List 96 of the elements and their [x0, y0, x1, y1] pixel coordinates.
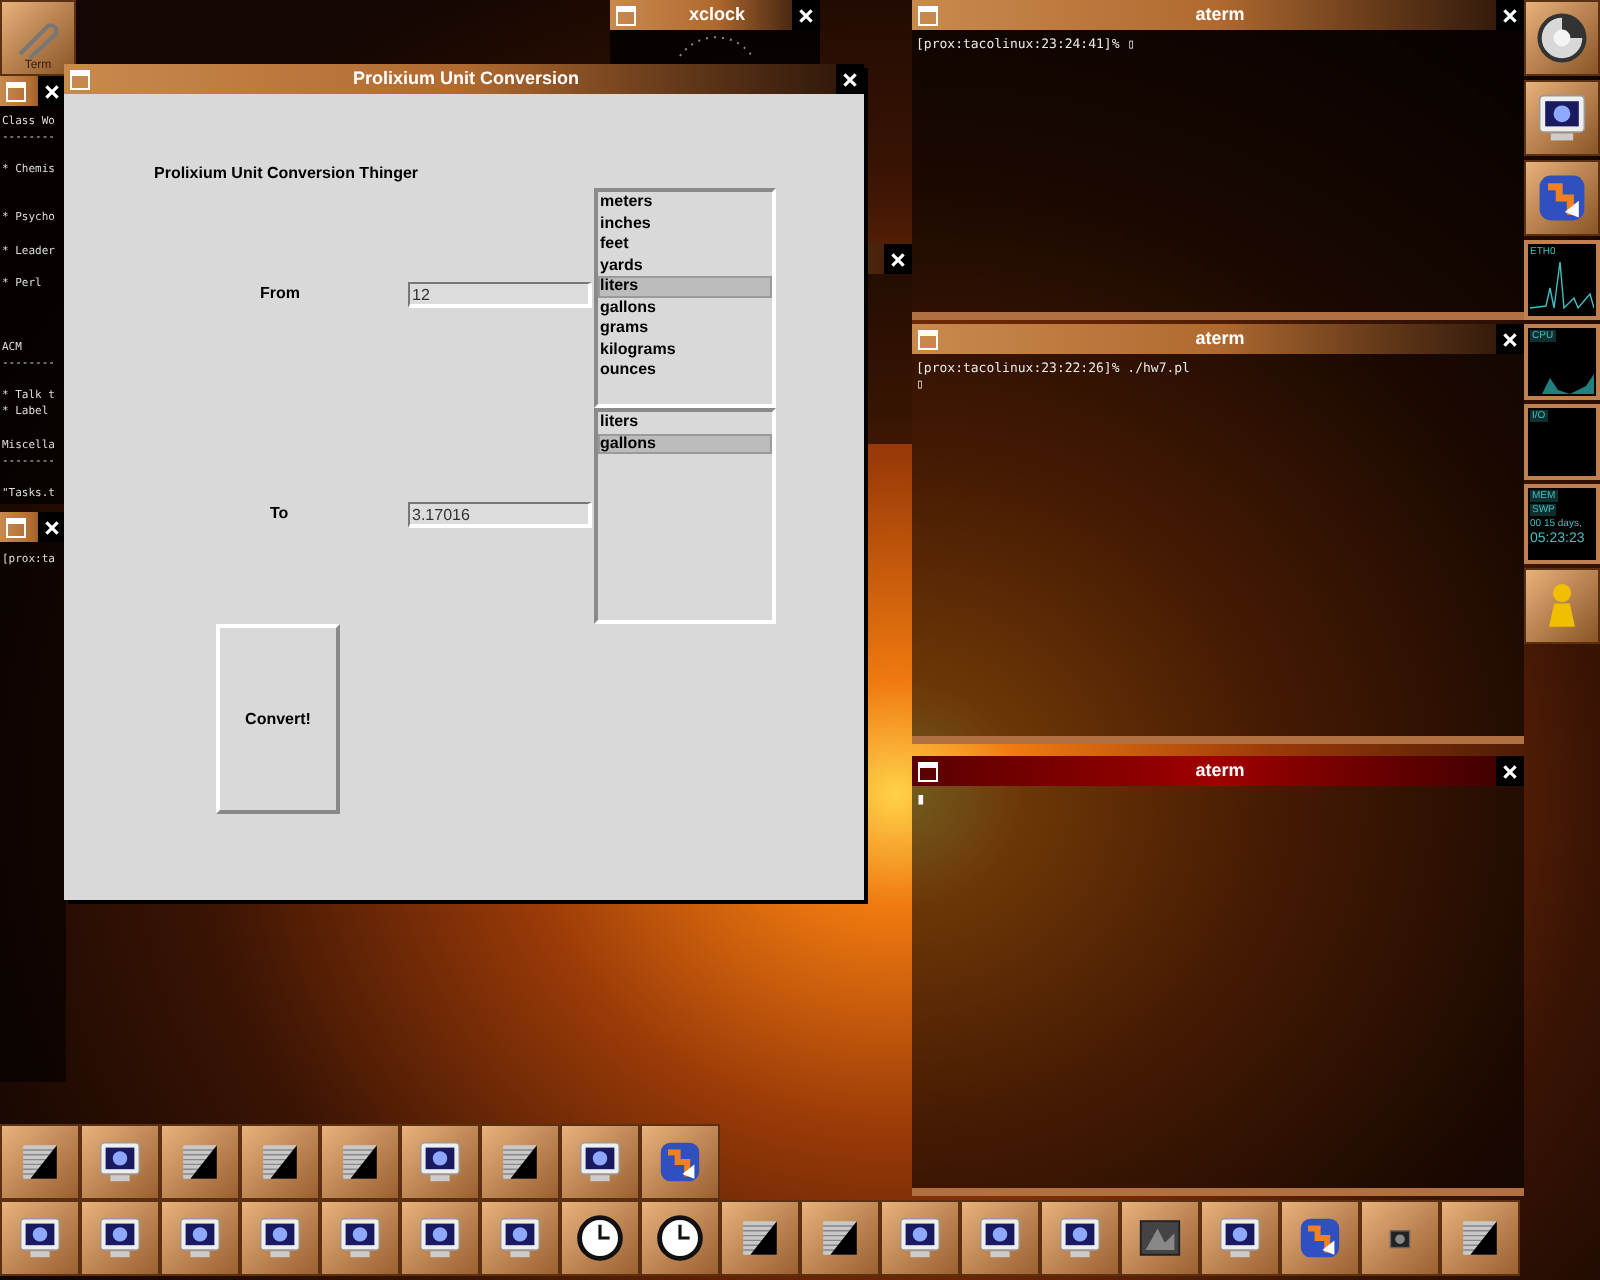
title-bar[interactable]: xclock: [610, 0, 820, 30]
monitor-icon: [416, 1138, 464, 1186]
taskbar-button[interactable]: [320, 1200, 400, 1276]
title-bar[interactable]: aterm: [912, 324, 1524, 354]
unit-list[interactable]: meters inches feet yards liters gallons grams kilograms ounces: [594, 188, 776, 408]
unit-list[interactable]: liters gallons: [594, 408, 776, 624]
title-bar[interactable]: aterm: [912, 756, 1524, 786]
taskbar-button[interactable]: [80, 1124, 160, 1200]
taskbar-button[interactable]: [320, 1124, 400, 1200]
app-icon: [1534, 170, 1590, 226]
clock-face-drawing: [675, 30, 755, 58]
taskbar-button[interactable]: [1440, 1200, 1520, 1276]
taskbar-button[interactable]: [400, 1124, 480, 1200]
list-item[interactable]: feet: [598, 234, 772, 255]
title-bar[interactable]: [0, 76, 66, 106]
list-item[interactable]: gallons: [598, 297, 772, 318]
taskbar-button[interactable]: [160, 1124, 240, 1200]
title-bar[interactable]: aterm: [912, 0, 1524, 30]
taskbar-button[interactable]: [0, 1124, 80, 1200]
window-title: xclock: [688, 6, 746, 24]
list-item[interactable]: kilograms: [598, 339, 772, 360]
list-item[interactable]: grams: [598, 318, 772, 339]
dock-launcher[interactable]: [1524, 160, 1600, 236]
monitor-icon: [96, 1138, 144, 1186]
field-label: To: [270, 502, 291, 526]
taskbar-button[interactable]: [80, 1200, 160, 1276]
list-item[interactable]: ounces: [598, 360, 772, 381]
taskbar-button[interactable]: [640, 1200, 720, 1276]
list-item[interactable]: inches: [598, 213, 772, 234]
taskbar-button[interactable]: [720, 1200, 800, 1276]
close-icon[interactable]: [1502, 331, 1518, 347]
monitor-icon: [896, 1214, 944, 1262]
list-item[interactable]: gallons: [598, 433, 772, 454]
monitor-icon: [976, 1214, 1024, 1262]
clock-icon: [656, 1214, 704, 1262]
taskbar-button[interactable]: [1120, 1200, 1200, 1276]
monitor-icon: [1056, 1214, 1104, 1262]
convert-button[interactable]: Convert!: [216, 624, 340, 814]
taskbar-button[interactable]: [800, 1200, 880, 1276]
title-bar[interactable]: [0, 512, 66, 542]
clock-icon: [576, 1214, 624, 1262]
network-graph-drawing: [1530, 258, 1594, 310]
close-icon[interactable]: [44, 83, 60, 99]
taskbar-button[interactable]: [560, 1200, 640, 1276]
close-icon[interactable]: [44, 519, 60, 535]
window-title: aterm: [1195, 6, 1245, 24]
monitor-icon: [96, 1214, 144, 1262]
monitor-icon: [496, 1214, 544, 1262]
taskbar-button[interactable]: [480, 1200, 560, 1276]
taskbar-button[interactable]: [240, 1200, 320, 1276]
taskbar-button[interactable]: [0, 1200, 80, 1276]
window-title: Prolixium Unit Conversion: [352, 70, 579, 88]
disk-icon: [1534, 10, 1590, 66]
input-field[interactable]: 3.17016: [408, 501, 592, 527]
taskbar-button[interactable]: [1360, 1200, 1440, 1276]
taskbar-button[interactable]: [1200, 1200, 1280, 1276]
monitor-icon: [16, 1214, 64, 1262]
app-icon: [656, 1138, 704, 1186]
taskbar-button[interactable]: [400, 1200, 480, 1276]
taskbar-button[interactable]: [560, 1124, 640, 1200]
taskbar-button[interactable]: [480, 1124, 560, 1200]
monitor-icon: [416, 1214, 464, 1262]
close-icon[interactable]: [1502, 763, 1518, 779]
terminal-line: ▮: [916, 792, 928, 808]
list-item[interactable]: yards: [598, 255, 772, 276]
taskbar-button[interactable]: [880, 1200, 960, 1276]
taskbar-button[interactable]: [960, 1200, 1040, 1276]
monitor-icon: [1534, 90, 1590, 146]
monitor-icon: [336, 1214, 384, 1262]
field-label: From: [260, 282, 302, 306]
list-item[interactable]: liters: [598, 412, 772, 433]
monitor-icon: [176, 1214, 224, 1262]
dialog-heading: Prolixium Unit Conversion Thinger: [154, 162, 421, 186]
taskbar-button[interactable]: [1040, 1200, 1120, 1276]
close-icon[interactable]: [842, 71, 858, 87]
monitor-icon: [256, 1214, 304, 1262]
window-menu-icon[interactable]: [918, 761, 938, 781]
list-item[interactable]: liters: [598, 276, 772, 297]
window-title: aterm: [1195, 762, 1245, 780]
window-title: aterm: [1195, 330, 1245, 348]
close-icon[interactable]: [1502, 7, 1518, 23]
dock-launcher[interactable]: [1524, 0, 1600, 76]
list-item[interactable]: meters: [598, 192, 772, 213]
monitor-icon: [576, 1138, 624, 1186]
close-icon[interactable]: [798, 7, 814, 23]
input-field[interactable]: 12: [408, 281, 592, 307]
taskbar-button[interactable]: [240, 1124, 320, 1200]
monitor-icon: [1216, 1214, 1264, 1262]
taskbar-button[interactable]: [160, 1200, 240, 1276]
paperclip-icon: [14, 20, 62, 60]
close-icon[interactable]: [890, 251, 906, 267]
app-icon: [1296, 1214, 1344, 1262]
title-bar[interactable]: Prolixium Unit Conversion: [64, 64, 864, 94]
picture-frame-icon: [1136, 1214, 1184, 1262]
dock-launcher[interactable]: [1524, 568, 1600, 644]
dock-launcher[interactable]: [1524, 80, 1600, 156]
